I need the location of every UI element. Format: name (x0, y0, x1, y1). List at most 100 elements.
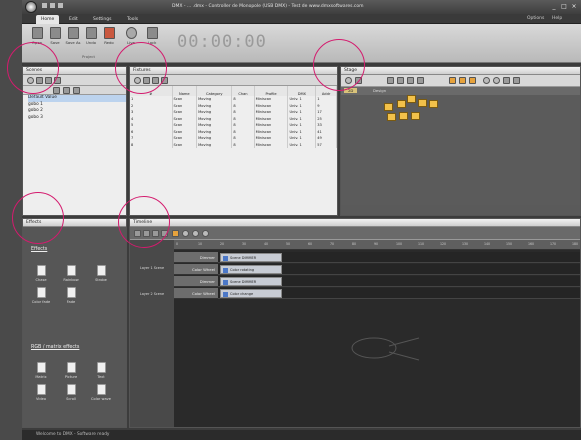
tab-2d[interactable]: 2D (344, 88, 358, 93)
effect-video[interactable]: Video (31, 384, 51, 401)
scene-prop-icon[interactable] (53, 87, 60, 94)
copy-scene-icon[interactable] (45, 77, 52, 84)
effect-chase[interactable]: Chase (31, 265, 51, 282)
new-scene-icon[interactable] (27, 77, 34, 84)
save-as-button[interactable]: Save As (64, 27, 82, 49)
grid-icon[interactable] (513, 77, 520, 84)
list-item[interactable]: gobo 3 (28, 115, 126, 122)
timeline-ruler[interactable]: 0 10 20 30 40 50 60 70 80 90 100 110 120 130 140 150 160… (174, 240, 580, 250)
fixture-icon[interactable] (429, 100, 438, 108)
stage-select-icon[interactable] (355, 77, 362, 84)
timeline-clip[interactable]: Scene DIMMER (220, 277, 282, 286)
effect-scroll[interactable]: Scroll (61, 384, 81, 401)
quick-redo-icon[interactable] (58, 3, 63, 8)
scene-stop-icon[interactable] (73, 87, 80, 94)
menu-options[interactable]: Options (527, 16, 544, 21)
tab-edit[interactable]: Edit (64, 15, 83, 24)
undo-button[interactable]: Undo (82, 27, 100, 49)
scene-play-icon[interactable] (63, 87, 70, 94)
effect-picture[interactable]: Picture (61, 362, 81, 379)
column-header[interactable]: Category (196, 86, 233, 96)
effect-color-fade[interactable]: Color fade (31, 287, 51, 304)
tab-tools[interactable]: Tools (122, 15, 143, 24)
tab-settings[interactable]: Settings (88, 15, 116, 24)
fixture-beam-icon[interactable] (469, 77, 476, 84)
align-left-icon[interactable] (387, 77, 394, 84)
tl-play-icon[interactable] (182, 230, 189, 237)
quick-undo-icon[interactable] (50, 3, 55, 8)
fixture-icon[interactable] (397, 100, 406, 108)
menu-help[interactable]: Help (552, 16, 562, 21)
track-name[interactable]: Dimmer (174, 252, 218, 263)
column-header[interactable]: Name (172, 86, 198, 96)
document-icon (36, 287, 46, 298)
app-logo-icon[interactable] (25, 1, 37, 13)
remove-fixture-icon[interactable] (143, 77, 150, 84)
table-row[interactable]: 8 Scan Moving 8 Miniscan Univ. 1 57 (130, 141, 337, 148)
zoom-out-icon[interactable] (493, 77, 500, 84)
effect-strobe[interactable]: Strobe (91, 265, 111, 282)
distribute-icon[interactable] (417, 77, 424, 84)
tab-design[interactable]: Design (373, 88, 386, 93)
fixture-view-icon[interactable] (449, 77, 456, 84)
timeline-clip[interactable]: Color change (220, 289, 282, 298)
tl-stop-icon[interactable] (192, 230, 199, 237)
fixture-icon[interactable] (399, 112, 408, 120)
tl-open-icon[interactable] (143, 230, 150, 237)
column-header[interactable]: Profile (254, 86, 289, 96)
redo-button[interactable]: Redo (100, 27, 118, 49)
track-name[interactable]: Dimmer (174, 276, 218, 287)
stage-canvas[interactable] (341, 95, 580, 205)
stage-pointer-icon[interactable] (345, 77, 352, 84)
add-fixture-icon[interactable] (134, 77, 141, 84)
clip-icon (223, 255, 228, 261)
timeline-clip[interactable]: Scene DIMMER (220, 253, 282, 262)
tl-new-icon[interactable] (134, 230, 141, 237)
save-button[interactable]: Save (46, 27, 64, 49)
effect-text[interactable]: Text (91, 362, 111, 379)
effect-rainbow[interactable]: Rainbow (61, 265, 81, 282)
tl-record-icon[interactable] (172, 230, 179, 237)
fixture-icon[interactable] (407, 95, 416, 103)
edit-fixture-icon[interactable] (152, 77, 159, 84)
table-cell: Univ. 1 (287, 141, 317, 148)
align-right-icon[interactable] (407, 77, 414, 84)
align-center-icon[interactable] (397, 77, 404, 84)
undo-label: Undo (86, 40, 96, 45)
effect-label: Chase (35, 278, 47, 282)
track-name[interactable]: Color Wheel (174, 288, 218, 299)
tl-loop-icon[interactable] (202, 230, 209, 237)
minimize-button[interactable]: _ (550, 3, 558, 10)
lock-button[interactable]: Lock (143, 27, 161, 49)
fixture-icon[interactable] (411, 112, 420, 120)
timeline-tracks: Dimmer Scene DIMMER Color Wheel Color rotat… (174, 250, 580, 427)
fixture-icon[interactable] (387, 113, 396, 121)
column-header[interactable]: Addr (315, 86, 337, 96)
effect-color-wave[interactable]: Color wave (91, 384, 111, 401)
side-label: Layer 2 Scene (139, 292, 165, 296)
close-button[interactable]: × (570, 3, 578, 10)
quick-save-icon[interactable] (42, 3, 47, 8)
fit-icon[interactable] (503, 77, 510, 84)
timeline-clip[interactable]: Color rotating (220, 265, 282, 274)
fixture-icon[interactable] (418, 99, 427, 107)
column-header[interactable]: Chan (231, 86, 255, 96)
tab-home[interactable]: Home (36, 15, 60, 24)
delete-scene-icon[interactable] (36, 77, 43, 84)
zoom-in-icon[interactable] (483, 77, 490, 84)
tl-delete-icon[interactable] (161, 230, 168, 237)
column-header[interactable]: DMX (287, 86, 317, 96)
tl-save-icon[interactable] (152, 230, 159, 237)
maximize-button[interactable]: □ (560, 3, 568, 10)
fixture-group-icon[interactable] (459, 77, 466, 84)
paste-scene-icon[interactable] (54, 77, 61, 84)
redo-icon (103, 27, 115, 39)
effect-fade[interactable]: Fade (61, 287, 81, 304)
live-button[interactable]: Live (122, 27, 140, 49)
open-button[interactable]: Open (28, 27, 46, 49)
column-header[interactable]: # (130, 86, 173, 96)
track-name[interactable]: Color Wheel (174, 264, 218, 275)
group-fixture-icon[interactable] (161, 77, 168, 84)
effect-matrix[interactable]: Matrix (31, 362, 51, 379)
fixture-icon[interactable] (384, 103, 393, 111)
